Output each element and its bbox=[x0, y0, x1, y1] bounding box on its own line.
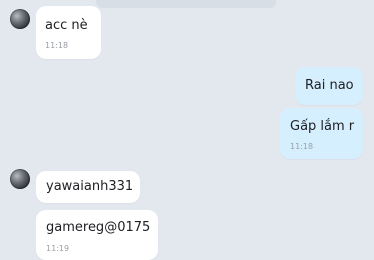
contact-avatar[interactable] bbox=[10, 169, 30, 189]
incoming-message-bubble[interactable]: gamereg@0175 11:19 bbox=[36, 210, 158, 260]
message-text: acc nè bbox=[45, 18, 88, 33]
incoming-message-bubble[interactable]: acc nè 11:18 bbox=[36, 6, 101, 59]
blurred-header-remnant bbox=[96, 0, 276, 8]
message-text: Rai nao bbox=[305, 78, 354, 93]
message-text: yawaianh331 bbox=[46, 179, 134, 194]
message-time: 11:19 bbox=[46, 244, 70, 253]
contact-avatar[interactable] bbox=[10, 9, 30, 29]
incoming-message-bubble[interactable]: yawaianh331 bbox=[36, 171, 140, 203]
message-text: gamereg@0175 bbox=[46, 220, 151, 235]
message-text: Gấp lắm r bbox=[290, 119, 355, 134]
message-time: 11:18 bbox=[45, 41, 69, 50]
message-time: 11:18 bbox=[290, 142, 314, 151]
outgoing-message-bubble[interactable]: Rai nao bbox=[295, 67, 363, 105]
outgoing-message-bubble[interactable]: Gấp lắm r 11:18 bbox=[280, 108, 363, 159]
